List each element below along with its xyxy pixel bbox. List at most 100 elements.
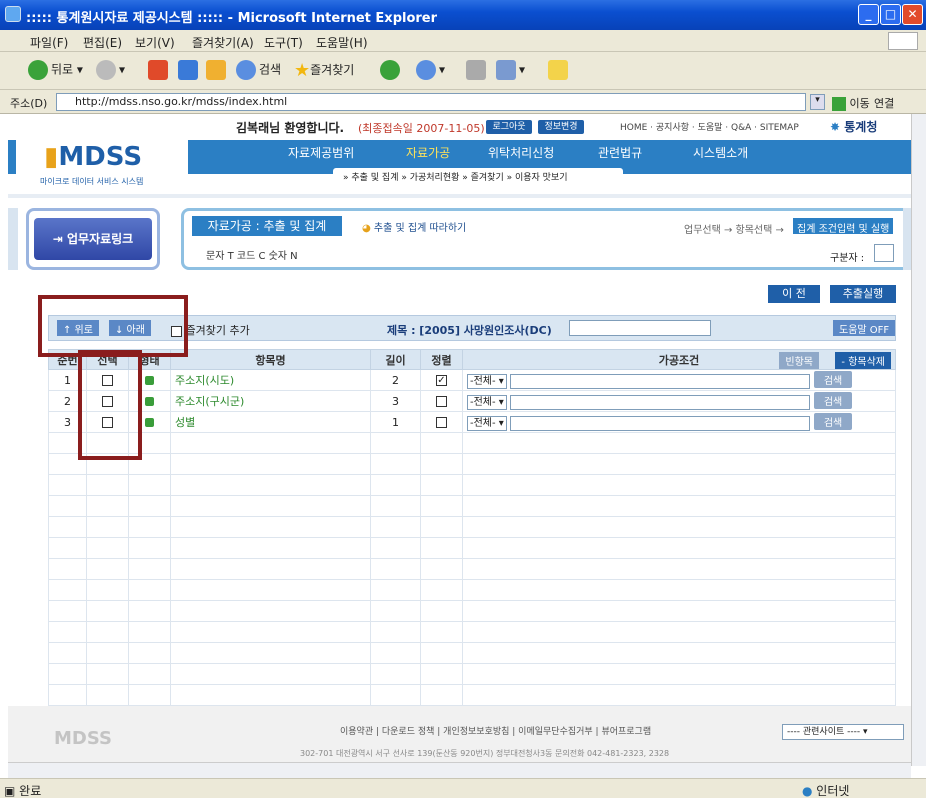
nav-consign[interactable]: 위탁처리신청 bbox=[488, 144, 554, 161]
footer-links[interactable]: 이용약관 | 다운로드 정책 | 개인정보보호방침 | 이메일무단수집거부 | … bbox=[340, 724, 651, 737]
empty-cell bbox=[48, 579, 87, 601]
mdss-logo[interactable]: ▮MDSS bbox=[44, 142, 142, 172]
nav-system-intro[interactable]: 시스템소개 bbox=[693, 144, 748, 161]
windows-logo-icon bbox=[888, 32, 918, 50]
row-length: 3 bbox=[370, 390, 421, 412]
search-button[interactable]: 검색 bbox=[236, 60, 281, 80]
delete-item-button[interactable]: - 항목삭제 bbox=[835, 352, 891, 369]
row-item-name[interactable]: 주소지(구시군) bbox=[170, 390, 371, 412]
status-text: ▣ 완료 bbox=[4, 784, 42, 798]
menu-help[interactable]: 도움말(H) bbox=[316, 34, 368, 51]
edit-button[interactable]: ▾ bbox=[496, 60, 525, 80]
nav-scope[interactable]: 자료제공범위 bbox=[288, 144, 354, 161]
close-button[interactable]: ✕ bbox=[902, 4, 923, 25]
empty-cell bbox=[48, 474, 87, 496]
links-label[interactable]: 연결 bbox=[874, 95, 894, 111]
delimiter-input[interactable] bbox=[874, 244, 894, 262]
header-condition: 가공조건 빈항목 - 항목삭제 bbox=[462, 349, 896, 370]
empty-item-button[interactable]: 빈항목 bbox=[779, 352, 819, 369]
vertical-scrollbar[interactable] bbox=[911, 114, 926, 766]
last-login: (최종접속일 2007-11-05) bbox=[358, 122, 485, 135]
favorites-button[interactable]: ★즐겨찾기 bbox=[294, 60, 354, 81]
info-edit-button[interactable]: 정보변경 bbox=[538, 120, 584, 134]
menu-tools[interactable]: 도구(T) bbox=[264, 34, 303, 51]
go-button[interactable]: 이동 bbox=[832, 95, 870, 111]
minimize-button[interactable]: _ bbox=[858, 4, 879, 25]
empty-cell bbox=[86, 537, 129, 559]
current-step: 집계 조건입력 및 실행 bbox=[793, 218, 894, 235]
search-button[interactable]: 검색 bbox=[813, 392, 853, 410]
nav-processing[interactable]: 자료가공 bbox=[406, 144, 450, 161]
go-arrow-icon bbox=[832, 97, 846, 111]
empty-cell bbox=[420, 663, 463, 685]
help-toggle-button[interactable]: 도움말 OFF bbox=[833, 320, 896, 336]
row-item-name[interactable]: 성별 bbox=[170, 411, 371, 433]
sort-checkbox[interactable] bbox=[436, 417, 447, 428]
home-button[interactable] bbox=[206, 60, 229, 80]
empty-cell bbox=[420, 432, 463, 454]
address-dropdown-icon[interactable]: ▾ bbox=[810, 94, 825, 110]
messenger-button[interactable] bbox=[548, 60, 571, 80]
condition-input[interactable] bbox=[510, 415, 811, 431]
run-extract-button[interactable]: 추출실행 bbox=[830, 285, 896, 303]
maximize-button[interactable]: □ bbox=[880, 4, 901, 25]
work-link-button[interactable]: ⇥ 업무자료링크 bbox=[34, 218, 152, 260]
menu-edit[interactable]: 편집(E) bbox=[83, 34, 122, 51]
address-bar: 주소(D) http://mdss.nso.go.kr/mdss/index.h… bbox=[0, 90, 926, 114]
empty-cell bbox=[170, 432, 371, 454]
empty-cell bbox=[420, 495, 463, 517]
empty-cell bbox=[462, 432, 896, 454]
forward-button[interactable]: ▾ bbox=[96, 60, 125, 80]
row-sort-cell bbox=[420, 411, 463, 433]
top-links[interactable]: HOME · 공지사항 · 도움말 · Q&A · SITEMAP bbox=[620, 120, 799, 133]
logout-button[interactable]: 로그아웃 bbox=[486, 120, 532, 134]
empty-cell bbox=[462, 516, 896, 538]
browser-toolbar: 뒤로 ▾ ▾ 검색 ★즐겨찾기 ▾ ▾ bbox=[0, 52, 926, 90]
related-sites-select[interactable]: ---- 관련사이트 ---- ▾ bbox=[782, 724, 904, 740]
condition-input[interactable] bbox=[510, 394, 811, 410]
back-button[interactable]: 뒤로 ▾ bbox=[28, 60, 83, 80]
code-type-icon bbox=[145, 376, 154, 385]
stop-button[interactable] bbox=[148, 60, 171, 80]
sub-nav[interactable]: » 추출 및 집계 » 가공처리현황 » 즐겨찾기 » 이용자 맛보기 bbox=[333, 168, 623, 188]
sort-checkbox[interactable] bbox=[436, 396, 447, 407]
empty-cell bbox=[86, 495, 129, 517]
refresh-button[interactable] bbox=[178, 60, 201, 80]
horizontal-scrollbar[interactable] bbox=[8, 762, 911, 778]
condition-select[interactable]: -전체- ▾ bbox=[467, 373, 507, 389]
empty-cell bbox=[128, 684, 171, 706]
condition-select[interactable]: -전체- ▾ bbox=[467, 415, 507, 431]
empty-cell bbox=[48, 621, 87, 643]
condition-select[interactable]: -전체- ▾ bbox=[467, 394, 507, 410]
empty-cell bbox=[462, 453, 896, 475]
annotation-box-select bbox=[78, 350, 142, 460]
empty-cell bbox=[370, 621, 421, 643]
address-input[interactable]: http://mdss.nso.go.kr/mdss/index.html bbox=[56, 93, 806, 111]
header-divider bbox=[8, 194, 911, 198]
type-legend: 문자 T 코드 C 숫자 N bbox=[206, 251, 298, 262]
empty-cell bbox=[370, 453, 421, 475]
row-item-name[interactable]: 주소지(시도) bbox=[170, 369, 371, 391]
condition-input[interactable] bbox=[510, 373, 811, 389]
table-row: 1 주소지(시도) 2 ✓ -전체- ▾ 검색 bbox=[48, 369, 896, 391]
search-button[interactable]: 검색 bbox=[813, 371, 853, 389]
nav-law[interactable]: 관련법규 bbox=[598, 144, 642, 161]
print-button[interactable] bbox=[466, 60, 489, 80]
empty-cell bbox=[128, 474, 171, 496]
row-condition-cell: -전체- ▾ 검색 bbox=[462, 411, 896, 433]
empty-cell bbox=[462, 495, 896, 517]
empty-cell bbox=[128, 663, 171, 685]
menu-file[interactable]: 파일(F) bbox=[30, 34, 68, 51]
menu-favorites[interactable]: 즐겨찾기(A) bbox=[192, 34, 254, 51]
title-input[interactable] bbox=[569, 320, 711, 336]
follow-link[interactable]: ◕ 추출 및 집계 따라하기 bbox=[362, 219, 466, 234]
history-button[interactable] bbox=[380, 60, 403, 80]
menu-view[interactable]: 보기(V) bbox=[135, 34, 175, 51]
prev-button[interactable]: 이 전 bbox=[768, 285, 820, 303]
sort-checkbox[interactable]: ✓ bbox=[436, 375, 447, 386]
mail-button[interactable]: ▾ bbox=[416, 60, 445, 80]
search-button[interactable]: 검색 bbox=[813, 413, 853, 431]
empty-cell bbox=[420, 684, 463, 706]
ie-icon bbox=[5, 6, 21, 22]
empty-cell bbox=[420, 516, 463, 538]
